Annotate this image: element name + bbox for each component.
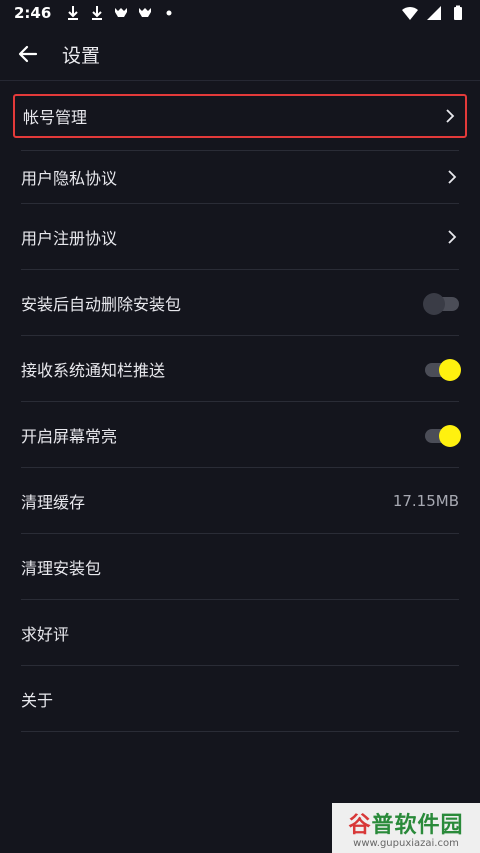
row-label: 用户隐私协议 bbox=[21, 169, 118, 188]
download-icon bbox=[68, 6, 79, 20]
row-label: 关于 bbox=[21, 690, 54, 710]
auto-delete-package-item: 安装后自动删除安装包 bbox=[21, 270, 459, 336]
status-left: 2:46 bbox=[14, 4, 177, 22]
screen-on-toggle[interactable] bbox=[425, 424, 461, 447]
row-label: 清理缓存 bbox=[21, 492, 86, 512]
auto-delete-toggle[interactable] bbox=[423, 292, 459, 315]
notification-push-item: 接收系统通知栏推送 bbox=[21, 336, 461, 402]
row-label: 用户注册协议 bbox=[21, 228, 118, 248]
signal-icon bbox=[427, 6, 441, 20]
settings-list: 帐号管理 用户隐私协议 用户注册协议 安装后自动删除安装包 接收系统通知栏推送 … bbox=[0, 81, 480, 732]
app-icon bbox=[139, 8, 152, 17]
watermark-logo: 谷普软件园 www.gupuxiazai.com bbox=[332, 803, 480, 853]
keep-screen-on-item: 开启屏幕常亮 bbox=[21, 402, 461, 468]
header-bar: 设置 bbox=[0, 28, 480, 81]
notification-toggle[interactable] bbox=[425, 358, 461, 381]
row-label: 接收系统通知栏推送 bbox=[21, 360, 166, 380]
dot-icon bbox=[166, 10, 172, 16]
row-label: 帐号管理 bbox=[23, 108, 88, 127]
watermark-url: www.gupuxiazai.com bbox=[353, 838, 459, 849]
status-bar: 2:46 bbox=[0, 0, 480, 28]
row-label: 开启屏幕常亮 bbox=[21, 426, 118, 446]
rate-app-item[interactable]: 求好评 bbox=[21, 600, 459, 666]
about-item[interactable]: 关于 bbox=[21, 666, 459, 732]
chevron-right-icon bbox=[448, 229, 457, 244]
privacy-policy-item[interactable]: 用户隐私协议 bbox=[21, 150, 459, 204]
app-icon bbox=[115, 8, 128, 17]
user-agreement-item[interactable]: 用户注册协议 bbox=[21, 204, 459, 270]
status-time: 2:46 bbox=[14, 4, 52, 22]
toggle-knob bbox=[439, 424, 461, 447]
wifi-icon bbox=[402, 6, 418, 20]
row-label: 安装后自动删除安装包 bbox=[21, 294, 182, 314]
toggle-knob bbox=[423, 292, 445, 315]
watermark-brand: 谷普软件园 bbox=[348, 813, 464, 838]
row-label: 求好评 bbox=[21, 624, 70, 644]
arrow-left-icon[interactable] bbox=[14, 40, 42, 68]
toggle-knob bbox=[439, 358, 461, 381]
download-icon bbox=[92, 6, 103, 20]
page-title: 设置 bbox=[62, 45, 101, 67]
chevron-right-icon bbox=[446, 109, 455, 123]
battery-icon bbox=[454, 5, 462, 20]
chevron-right-icon bbox=[448, 170, 457, 184]
clear-cache-item[interactable]: 清理缓存 17.15MB bbox=[21, 468, 459, 534]
status-right bbox=[402, 5, 466, 21]
row-label: 清理安装包 bbox=[21, 558, 102, 578]
account-management-item[interactable]: 帐号管理 bbox=[13, 94, 467, 138]
cache-size-value: 17.15MB bbox=[392, 491, 459, 510]
clear-packages-item[interactable]: 清理安装包 bbox=[21, 534, 459, 600]
